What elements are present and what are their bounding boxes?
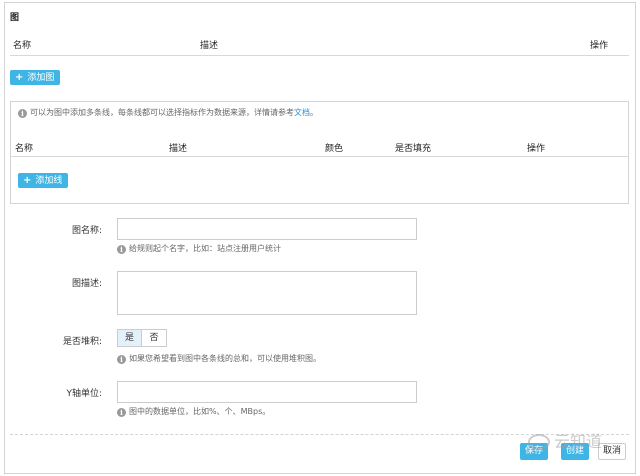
y-unit-label: Y轴单位: [66,389,102,399]
stack-no-option[interactable]: 否 [142,330,166,346]
graph-header-divider [10,55,629,56]
create-button[interactable]: 创建 [561,443,590,460]
series-col-ops: 操作 [527,144,546,154]
stack-hint-text: 如果您希望看到图中各条线的总和，可以使用堆积图。 [129,354,321,363]
graph-col-ops: 操作 [590,41,609,51]
section-title: 图 [10,13,20,23]
stack-yes-option[interactable]: 是 [118,330,142,346]
add-graph-label: 添加图 [27,73,55,83]
stack-label: 是否堆积: [62,337,102,347]
series-tip: i 可以为图中添加多条线，每条线都可以选择指标作为数据来源，详情请参考文档。 [18,107,318,118]
graph-name-input[interactable] [117,218,417,240]
series-header-divider [11,156,628,157]
y-unit-hint-text: 图中的数据单位，比如%、个、MBps。 [129,407,271,416]
stack-hint: i 如果您希望看到图中各条线的总和，可以使用堆积图。 [117,353,321,364]
save-button[interactable]: 保存 [520,443,549,460]
series-col-fill: 是否填充 [395,144,432,154]
add-series-button[interactable]: + 添加线 [18,173,69,188]
graph-name-hint: i 给规则起个名字，比如：站点注册用户统计 [117,243,281,254]
graph-col-name: 名称 [13,41,32,51]
graph-desc-label: 图描述: [71,279,102,289]
stack-toggle: 是 否 [117,329,167,347]
plus-icon: + [23,175,32,186]
add-graph-button[interactable]: + 添加图 [10,70,61,85]
graph-desc-textarea[interactable] [117,271,417,315]
series-tip-text: 可以为图中添加多条线，每条线都可以选择指标作为数据来源，详情请参考 [30,108,294,117]
cancel-button[interactable]: 取消 [598,443,627,460]
series-tip-end: 。 [310,108,318,117]
docs-link[interactable]: 文档 [294,108,310,117]
info-icon: i [117,355,126,364]
plus-icon: + [15,72,24,83]
series-col-color: 颜色 [325,144,344,154]
graph-col-desc: 描述 [200,41,219,51]
add-series-label: 添加线 [35,176,63,186]
series-panel: i 可以为图中添加多条线，每条线都可以选择指标作为数据来源，详情请参考文档。 名称… [10,101,629,204]
y-unit-hint: i 图中的数据单位，比如%、个、MBps。 [117,406,270,417]
footer-divider [10,434,629,435]
graph-name-hint-text: 给规则起个名字，比如：站点注册用户统计 [129,244,281,253]
info-icon: i [117,408,126,417]
series-col-name: 名称 [15,144,34,154]
graph-name-label: 图名称: [71,226,102,236]
info-icon: i [18,109,27,118]
info-icon: i [117,245,126,254]
y-unit-input[interactable] [117,381,417,403]
series-col-desc: 描述 [169,144,188,154]
